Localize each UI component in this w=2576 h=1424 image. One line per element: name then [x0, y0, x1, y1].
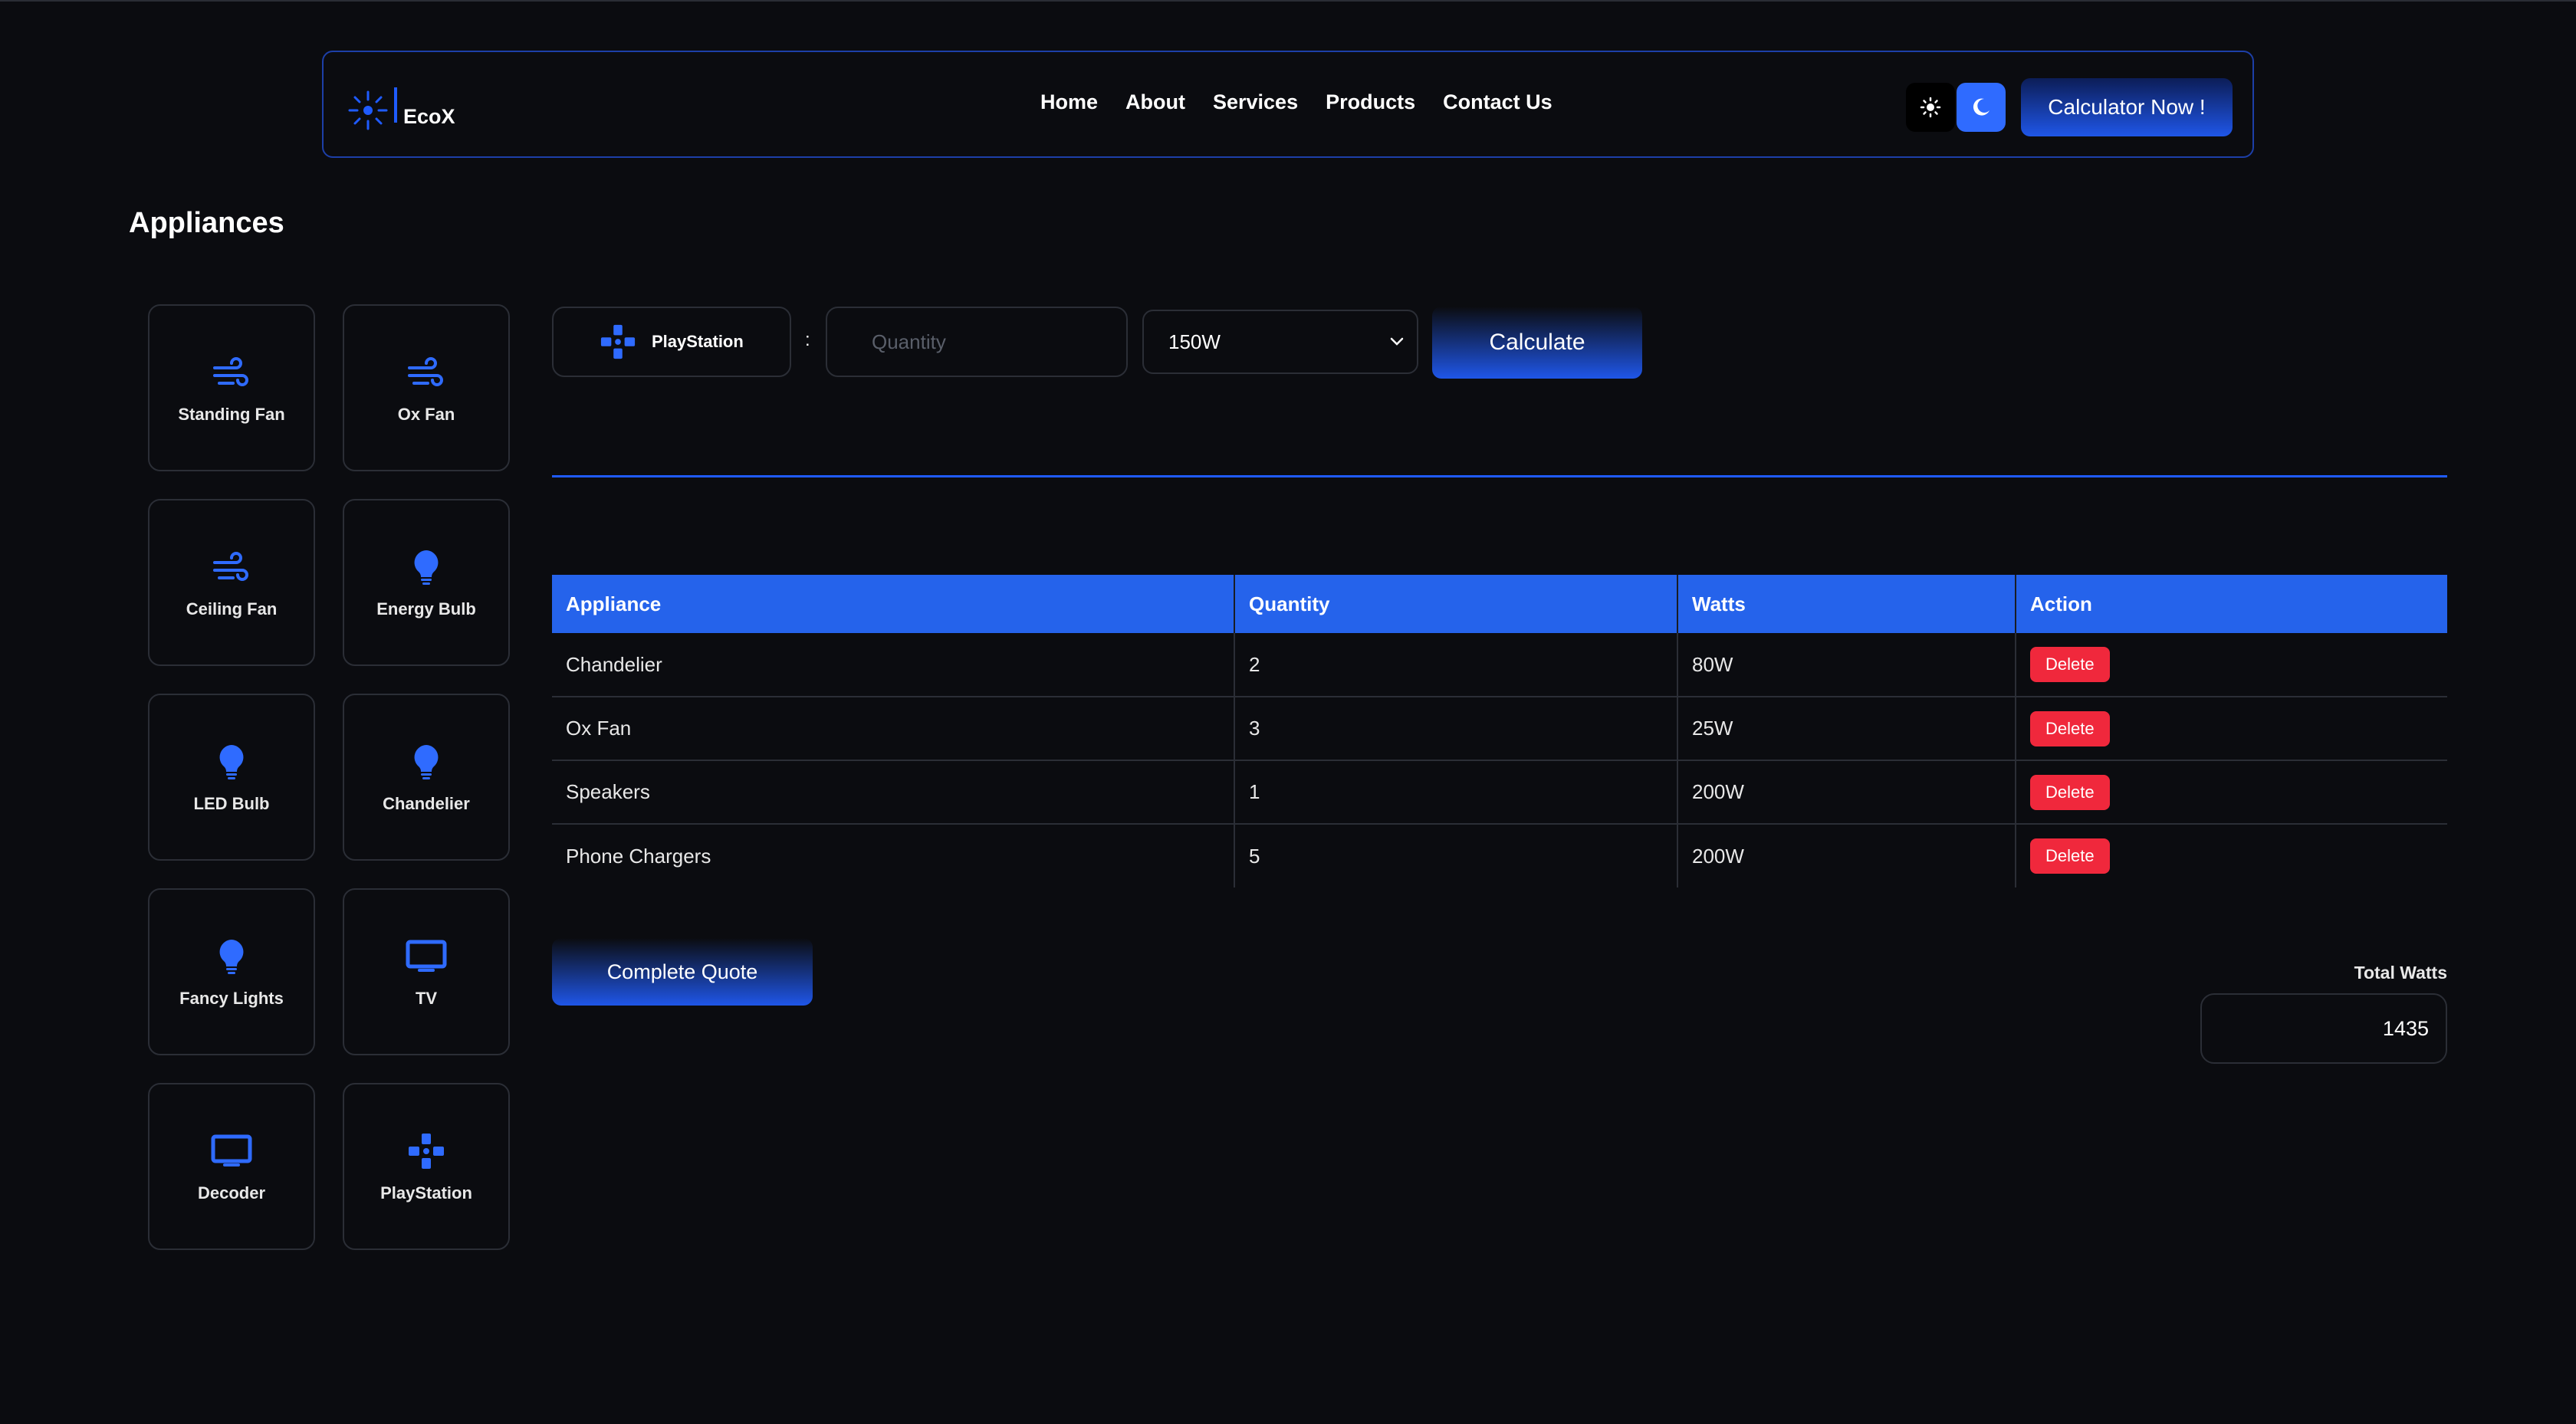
- table-row: Chandelier 2 80W Delete: [552, 633, 2447, 697]
- appliance-tile-led-bulb[interactable]: LED Bulb: [148, 694, 315, 861]
- wind-icon: [210, 546, 253, 589]
- tv-icon: [405, 935, 448, 978]
- calculate-button[interactable]: Calculate: [1432, 307, 1642, 379]
- tv-icon: [210, 1130, 253, 1173]
- nav-about[interactable]: About: [1125, 90, 1185, 114]
- appliance-label: Standing Fan: [178, 405, 285, 424]
- total-watts-value: 1435: [2200, 993, 2447, 1064]
- appliance-label: Fancy Lights: [179, 989, 284, 1008]
- gamepad-icon: [598, 322, 638, 362]
- navbar: EcoX Home About Services Products Contac…: [322, 51, 2254, 158]
- nav-home[interactable]: Home: [1040, 90, 1098, 114]
- logo[interactable]: EcoX: [347, 78, 455, 132]
- bulb-icon: [405, 740, 448, 783]
- total-watts-label: Total Watts: [2354, 963, 2447, 983]
- separator: :: [805, 330, 810, 350]
- watts-select[interactable]: 150W: [1142, 310, 1418, 374]
- delete-button[interactable]: Delete: [2030, 774, 2110, 810]
- nav-links: Home About Services Products Contact Us: [1040, 90, 1552, 114]
- section-divider: [552, 475, 2447, 477]
- quantity-input[interactable]: [826, 307, 1128, 377]
- appliance-label: TV: [415, 989, 438, 1008]
- appliance-tile-standing-fan[interactable]: Standing Fan: [148, 304, 315, 471]
- table-header-row: Appliance Quantity Watts Action: [552, 575, 2447, 633]
- selected-appliance-label: PlayStation: [652, 332, 744, 351]
- appliance-label: Energy Bulb: [376, 599, 476, 618]
- cell-appliance: Ox Fan: [552, 697, 1235, 760]
- moon-icon: [1973, 98, 1990, 116]
- appliance-tile-ox-fan[interactable]: Ox Fan: [343, 304, 510, 471]
- appliance-label: Chandelier: [383, 794, 470, 813]
- appliance-label: PlayStation: [380, 1183, 472, 1203]
- sun-icon: [1920, 97, 1941, 118]
- cell-watts: 200W: [1677, 824, 2016, 888]
- wind-icon: [405, 351, 448, 394]
- cell-action: Delete: [2016, 760, 2447, 824]
- cell-quantity: 1: [1234, 760, 1678, 824]
- bulb-icon: [210, 740, 253, 783]
- delete-button[interactable]: Delete: [2030, 647, 2110, 682]
- appliance-tile-tv[interactable]: TV: [343, 888, 510, 1055]
- appliance-tile-chandelier[interactable]: Chandelier: [343, 694, 510, 861]
- appliance-tile-playstation[interactable]: PlayStation: [343, 1083, 510, 1250]
- table-row: Phone Chargers 5 200W Delete: [552, 824, 2447, 888]
- cell-action: Delete: [2016, 824, 2447, 888]
- column-header-quantity: Quantity: [1234, 575, 1678, 633]
- appliance-label: Ceiling Fan: [186, 599, 278, 618]
- cell-appliance: Phone Chargers: [552, 824, 1235, 888]
- appliance-tile-energy-bulb[interactable]: Energy Bulb: [343, 499, 510, 666]
- table-row: Ox Fan 3 25W Delete: [552, 697, 2447, 760]
- bulb-icon: [210, 935, 253, 978]
- column-header-appliance: Appliance: [552, 575, 1235, 633]
- cell-appliance: Chandelier: [552, 633, 1235, 697]
- bulb-icon: [405, 546, 448, 589]
- chevron-down-icon: [1390, 337, 1404, 346]
- table-row: Speakers 1 200W Delete: [552, 760, 2447, 824]
- cell-quantity: 2: [1234, 633, 1678, 697]
- page-title: Appliances: [129, 207, 284, 239]
- wind-icon: [210, 351, 253, 394]
- appliance-tile-ceiling-fan[interactable]: Ceiling Fan: [148, 499, 315, 666]
- column-header-watts: Watts: [1677, 575, 2016, 633]
- appliance-tile-fancy-lights[interactable]: Fancy Lights: [148, 888, 315, 1055]
- theme-toggle: [1906, 83, 2006, 132]
- gamepad-icon: [405, 1130, 448, 1173]
- nav-contact[interactable]: Contact Us: [1443, 90, 1552, 114]
- appliance-label: Decoder: [197, 1183, 266, 1203]
- cell-appliance: Speakers: [552, 760, 1235, 824]
- light-mode-button[interactable]: [1906, 83, 1955, 132]
- cell-watts: 25W: [1677, 697, 2016, 760]
- calculator-now-button[interactable]: Calculator Now !: [2021, 78, 2233, 136]
- cell-action: Delete: [2016, 633, 2447, 697]
- appliance-table: Appliance Quantity Watts Action Chandeli…: [552, 575, 2447, 888]
- watts-selected-value: 150W: [1168, 330, 1221, 353]
- delete-button[interactable]: Delete: [2030, 838, 2110, 874]
- cell-watts: 200W: [1677, 760, 2016, 824]
- cell-quantity: 5: [1234, 824, 1678, 888]
- dark-mode-button[interactable]: [1957, 83, 2006, 132]
- complete-quote-button[interactable]: Complete Quote: [552, 938, 813, 1006]
- appliance-label: Ox Fan: [397, 405, 455, 424]
- nav-products[interactable]: Products: [1326, 90, 1415, 114]
- sun-logo-icon: [348, 90, 388, 130]
- logo-divider: [394, 87, 397, 123]
- column-header-action: Action: [2030, 592, 2092, 615]
- cell-watts: 80W: [1677, 633, 2016, 697]
- appliance-tile-decoder[interactable]: Decoder: [148, 1083, 315, 1250]
- appliance-label: LED Bulb: [193, 794, 270, 813]
- delete-button[interactable]: Delete: [2030, 710, 2110, 746]
- cell-quantity: 3: [1234, 697, 1678, 760]
- selected-appliance: PlayStation: [552, 307, 791, 377]
- brand-name: EcoX: [403, 105, 455, 128]
- cell-action: Delete: [2016, 697, 2447, 760]
- nav-services[interactable]: Services: [1213, 90, 1298, 114]
